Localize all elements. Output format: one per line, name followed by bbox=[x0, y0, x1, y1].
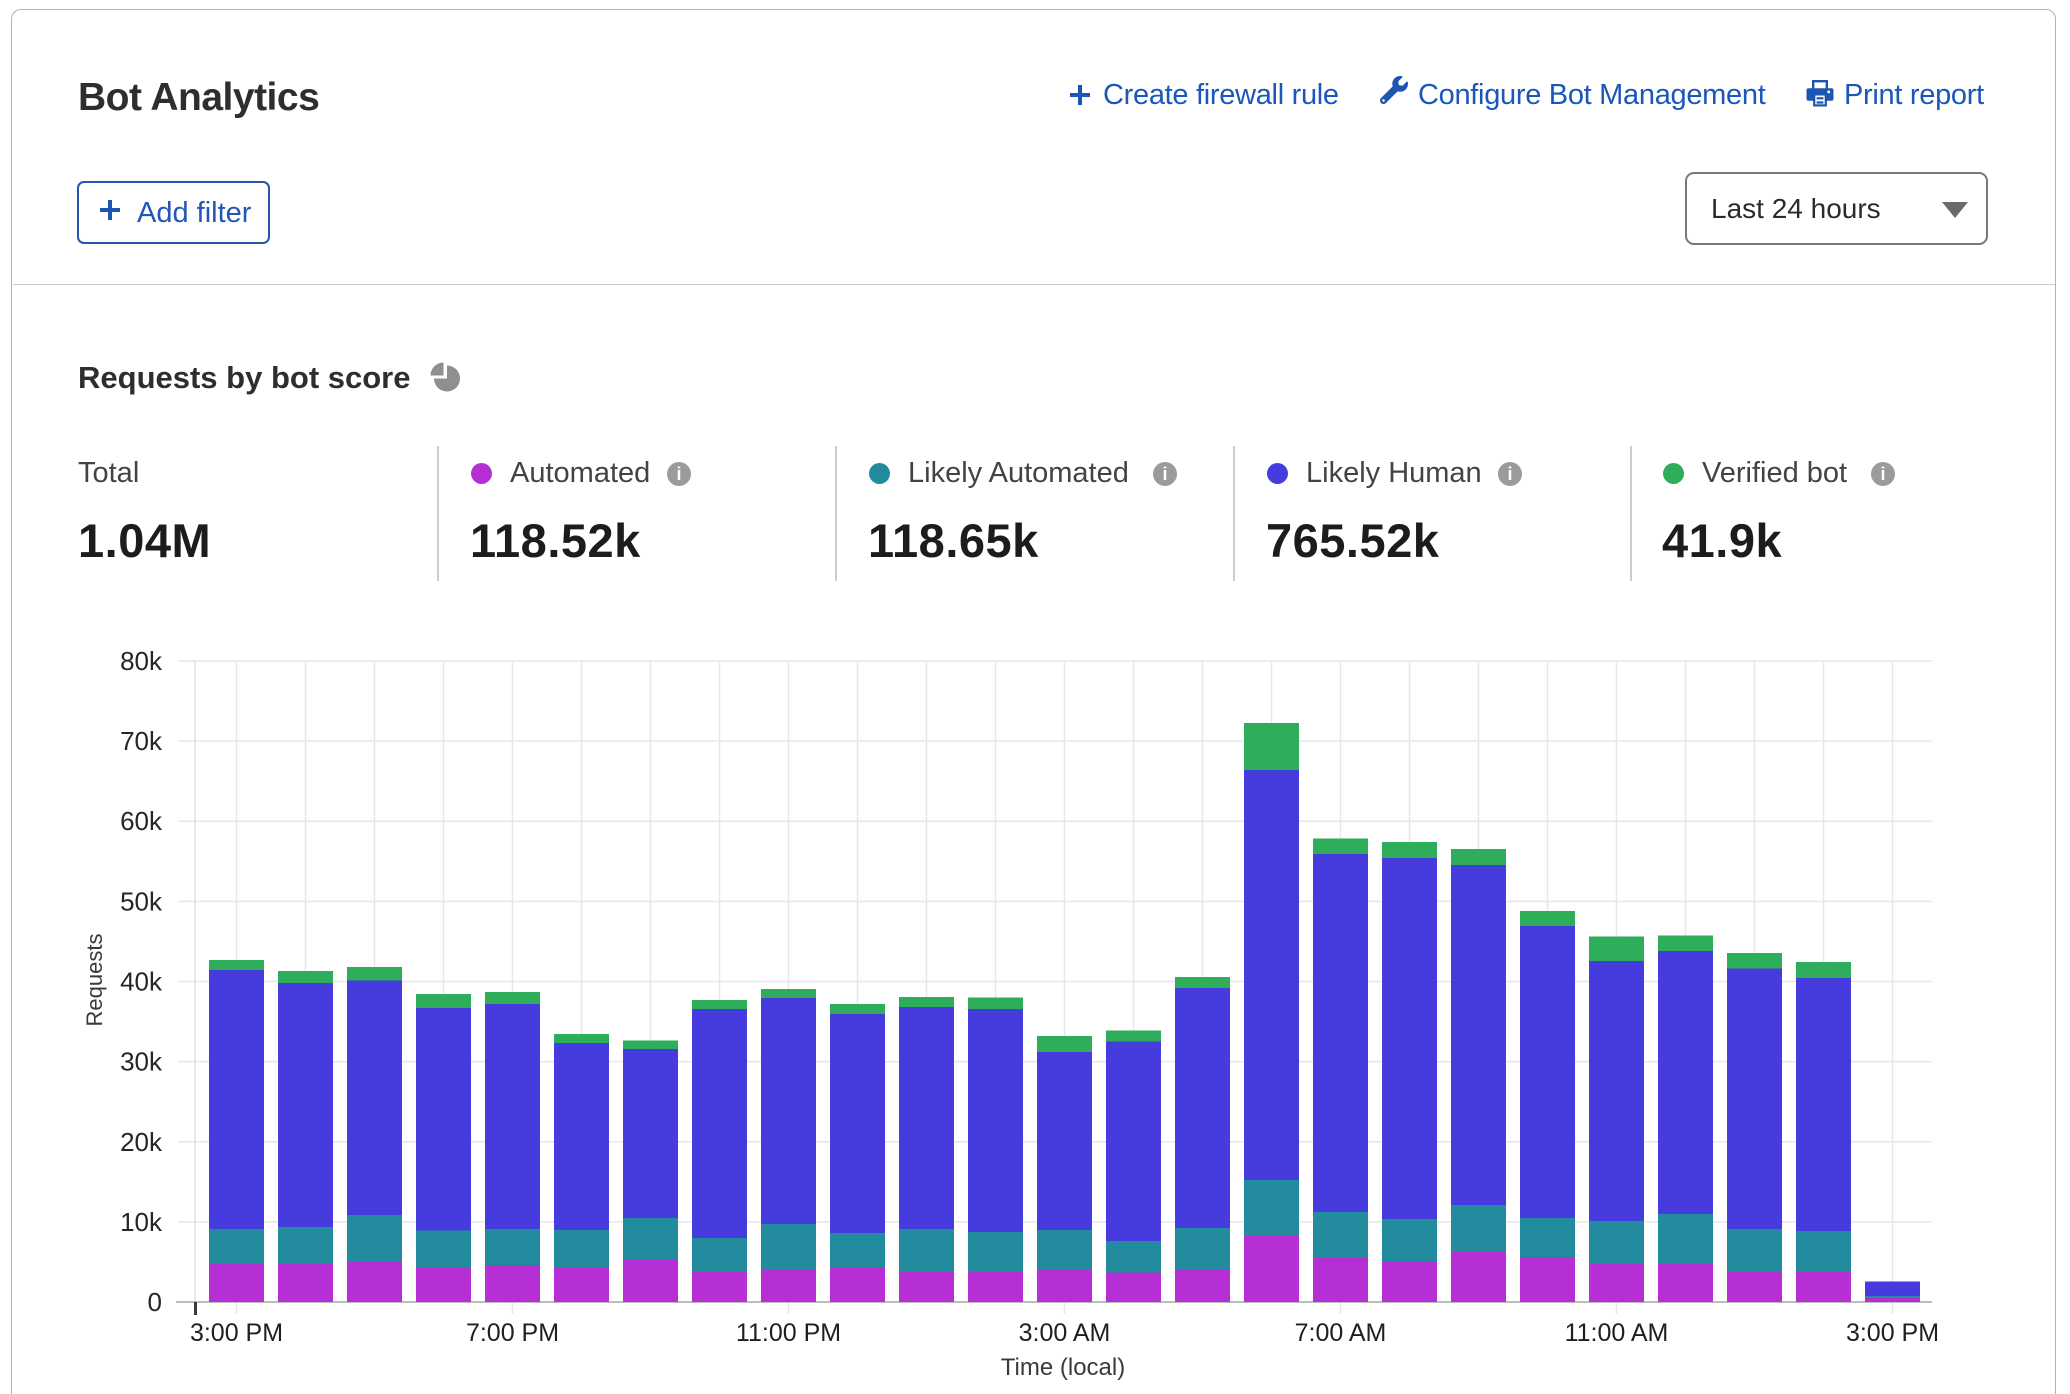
svg-text:11:00 AM: 11:00 AM bbox=[1565, 1319, 1669, 1347]
svg-text:7:00 AM: 7:00 AM bbox=[1295, 1319, 1387, 1347]
svg-text:3:00 PM: 3:00 PM bbox=[1846, 1319, 1939, 1347]
svg-text:50k: 50k bbox=[120, 886, 163, 916]
svg-text:0: 0 bbox=[148, 1287, 162, 1317]
svg-text:3:00 PM: 3:00 PM bbox=[190, 1319, 283, 1347]
svg-text:11:00 PM: 11:00 PM bbox=[736, 1319, 841, 1347]
svg-text:30k: 30k bbox=[120, 1047, 163, 1077]
svg-text:10k: 10k bbox=[120, 1207, 163, 1237]
svg-text:60k: 60k bbox=[120, 806, 163, 836]
svg-text:Time (local): Time (local) bbox=[1001, 1354, 1125, 1381]
svg-text:80k: 80k bbox=[120, 646, 163, 676]
svg-text:40k: 40k bbox=[120, 967, 163, 997]
svg-text:Requests: Requests bbox=[82, 934, 107, 1027]
svg-text:3:00 AM: 3:00 AM bbox=[1019, 1319, 1111, 1347]
svg-text:7:00 PM: 7:00 PM bbox=[466, 1319, 559, 1347]
svg-text:70k: 70k bbox=[120, 726, 163, 756]
svg-text:20k: 20k bbox=[120, 1127, 163, 1157]
